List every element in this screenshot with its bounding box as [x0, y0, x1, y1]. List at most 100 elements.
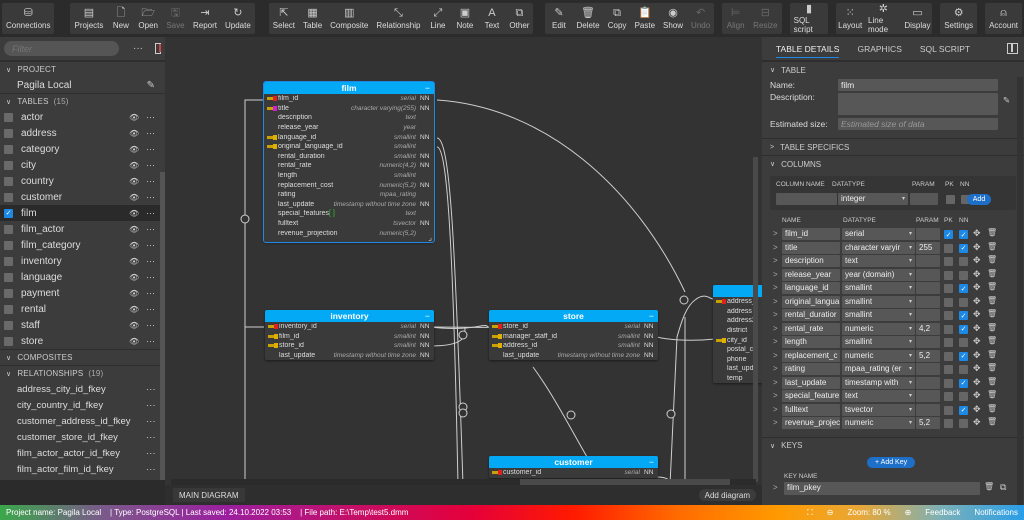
column-name-input[interactable]: original_langua	[782, 295, 840, 308]
eye-icon[interactable]: 👁	[129, 273, 139, 282]
new-column-pk-checkbox[interactable]	[946, 195, 955, 204]
column-datatype-select[interactable]: smallint	[842, 282, 915, 294]
entity-column[interactable]: fulltext tsvector NN	[264, 219, 434, 229]
trash-icon[interactable]: 🗑	[987, 350, 997, 359]
column-name-input[interactable]: rating	[782, 363, 840, 375]
column-nn-checkbox[interactable]: ✓	[959, 311, 968, 320]
eye-icon[interactable]: 👁	[129, 225, 139, 234]
table-item-film[interactable]: ✓ film 👁 ···	[0, 205, 165, 221]
move-icon[interactable]: ✥	[973, 309, 981, 320]
table-item-language[interactable]: language 👁 ···	[0, 269, 165, 285]
table-visibility-checkbox[interactable]	[4, 272, 13, 282]
trash-icon[interactable]: 🗑	[987, 282, 997, 291]
table-item-actor[interactable]: actor 👁 ···	[0, 109, 165, 125]
move-icon[interactable]: ✥	[973, 228, 981, 239]
table-visibility-checkbox[interactable]	[4, 160, 13, 170]
table-item-staff[interactable]: staff 👁 ···	[0, 317, 165, 333]
copy-button[interactable]: ⧉ Copy	[604, 3, 631, 34]
column-name-input[interactable]: release_year	[782, 268, 840, 281]
column-name-input[interactable]: special_feature	[782, 390, 840, 402]
report-button[interactable]: ⇥ Report	[189, 3, 221, 34]
chevron-right-icon[interactable]: >	[773, 418, 778, 427]
relationship-item[interactable]: customer_store_id_fkey ···	[0, 429, 165, 445]
tab-main-diagram[interactable]: MAIN DIAGRAM	[173, 488, 245, 502]
entity-column[interactable]: replacement_cost numeric(5,2) NN	[264, 180, 434, 190]
description-field[interactable]	[838, 93, 998, 115]
move-icon[interactable]: ✥	[973, 417, 981, 428]
chevron-right-icon[interactable]: >	[773, 256, 778, 265]
table-visibility-checkbox[interactable]	[4, 192, 13, 202]
new-column-datatype-select[interactable]: integer	[838, 193, 908, 205]
table-item-store[interactable]: store 👁 ···	[0, 333, 165, 349]
column-name-input[interactable]: length	[782, 336, 840, 348]
entity-column[interactable]: description text	[264, 113, 434, 123]
select-button[interactable]: ⇱ Select	[269, 3, 299, 34]
table-item-address[interactable]: address 👁 ···	[0, 125, 165, 141]
open-button[interactable]: 🗁 Open	[134, 3, 162, 34]
resize-handle-icon[interactable]: ⌟	[428, 233, 432, 242]
column-datatype-select[interactable]: serial	[842, 228, 915, 240]
column-param-input[interactable]	[916, 268, 940, 281]
entity-column[interactable]: rental_rate numeric(4,2) NN	[264, 161, 434, 171]
chevron-right-icon[interactable]: >	[773, 337, 778, 346]
columns-section[interactable]: ∨ COLUMNS	[762, 155, 1024, 172]
more-icon[interactable]: ···	[146, 416, 156, 427]
more-icon[interactable]: ···	[146, 448, 156, 459]
entity-header[interactable]: inventory −	[265, 310, 434, 322]
more-icon[interactable]: ···	[146, 160, 155, 170]
note-button[interactable]: ▣ Note	[451, 3, 478, 34]
trash-icon[interactable]: 🗑	[987, 309, 997, 318]
more-icon[interactable]: ···	[146, 176, 155, 186]
table-visibility-checkbox[interactable]	[4, 288, 13, 298]
collapse-icon[interactable]: −	[425, 310, 430, 322]
column-param-input[interactable]: 4,2	[916, 322, 940, 335]
column-pk-checkbox[interactable]	[944, 365, 953, 374]
entity-column[interactable]: revenue_projection numeric(5,2)	[264, 228, 434, 238]
column-nn-checkbox[interactable]	[959, 365, 968, 374]
save-button[interactable]: 🖫 Save	[162, 3, 189, 34]
relationship-item[interactable]: film_actor_film_id_fkey ···	[0, 461, 165, 477]
relationships-section[interactable]: ∨ RELATIONSHIPS (19)	[0, 365, 165, 381]
delete-button[interactable]: 🗑 Delete	[572, 3, 603, 34]
eye-icon[interactable]: 👁	[129, 145, 139, 154]
trash-icon[interactable]: 🗑	[987, 390, 997, 399]
column-nn-checkbox[interactable]	[959, 257, 968, 266]
entity-film[interactable]: film − film_id serial NN title character varyi…	[263, 81, 435, 243]
column-param-input[interactable]	[916, 390, 940, 402]
move-icon[interactable]: ✥	[973, 269, 981, 280]
column-nn-checkbox[interactable]	[959, 270, 968, 280]
chevron-right-icon[interactable]: >	[773, 229, 778, 238]
column-param-input[interactable]	[916, 376, 940, 389]
table-visibility-checkbox[interactable]	[4, 112, 13, 122]
eye-icon[interactable]: 👁	[129, 241, 139, 250]
project-section[interactable]: ∨ PROJECT	[0, 61, 165, 77]
column-pk-checkbox[interactable]	[944, 378, 953, 388]
entity-header[interactable]: store −	[489, 310, 658, 322]
column-datatype-select[interactable]: smallint	[842, 309, 915, 321]
new-column-param-input[interactable]	[910, 193, 938, 205]
more-icon[interactable]: ···	[146, 432, 156, 443]
move-icon[interactable]: ✥	[973, 296, 981, 307]
table-visibility-checkbox[interactable]	[4, 176, 13, 186]
trash-icon[interactable]: 🗑	[987, 404, 997, 413]
add-column-button[interactable]: Add	[967, 194, 991, 205]
move-icon[interactable]: ✥	[973, 336, 981, 347]
trash-icon[interactable]: 🗑	[987, 269, 997, 278]
more-icon[interactable]: ···	[146, 272, 155, 282]
entity-column[interactable]: last_update timestamp without time zone NN	[489, 351, 658, 361]
entity-header[interactable]: customer −	[489, 456, 658, 468]
more-icon[interactable]: ···	[146, 240, 155, 250]
table-item-payment[interactable]: payment 👁 ···	[0, 285, 165, 301]
table-visibility-checkbox[interactable]	[4, 144, 13, 154]
move-icon[interactable]: ✥	[973, 242, 981, 253]
column-param-input[interactable]	[916, 363, 940, 375]
new-column-name-input[interactable]	[776, 193, 837, 205]
display-button[interactable]: ▭ Display	[903, 3, 933, 34]
table-visibility-checkbox[interactable]	[4, 224, 13, 234]
entity-store[interactable]: store − store_id serial NN manager_staff_id sm…	[489, 310, 658, 361]
entity-column[interactable]: rating mpaa_rating	[264, 190, 434, 200]
eye-icon[interactable]: 👁	[129, 337, 139, 346]
trash-icon[interactable]: 🗑	[984, 482, 994, 491]
undo-button[interactable]: ↶ Undo	[687, 3, 714, 34]
column-param-input[interactable]	[916, 282, 940, 294]
